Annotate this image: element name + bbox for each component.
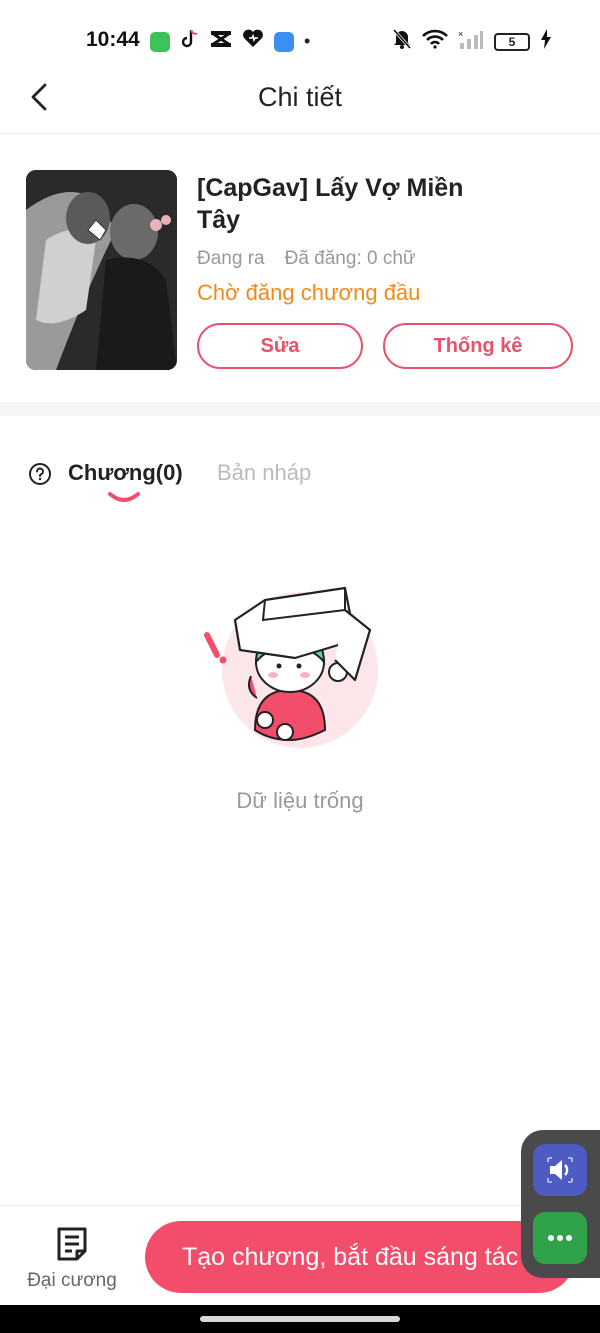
create-chapter-button[interactable]: Tạo chương, bắt đầu sáng tác xyxy=(145,1221,575,1293)
book-title: [CapGav] Lấy Vợ Miền Tây xyxy=(197,174,464,234)
empty-state-text: Dữ liệu trống xyxy=(236,788,364,813)
book-cover[interactable] xyxy=(26,170,177,370)
page-title: Chi tiết xyxy=(257,82,343,112)
charging-icon xyxy=(540,29,552,54)
outline-document-icon xyxy=(57,1227,87,1261)
app-notification-icon xyxy=(150,31,170,52)
notification-icons: • xyxy=(150,28,310,55)
cover-image xyxy=(26,170,177,370)
mute-bell-icon xyxy=(392,28,412,55)
book-card: [CapGav] Lấy Vợ Miền Tây Đang ra Đã đăng… xyxy=(0,134,600,402)
outline-label: Đại cương xyxy=(27,1270,117,1291)
active-tab-indicator xyxy=(108,492,140,502)
status-dot: • xyxy=(304,31,311,51)
signal-icon: × xyxy=(458,29,484,54)
home-indicator[interactable] xyxy=(200,1316,400,1322)
battery-icon: 5 xyxy=(494,32,530,51)
tab-drafts[interactable]: Bản nháp xyxy=(217,460,311,486)
capcut-icon xyxy=(210,29,232,54)
tab-chapters[interactable]: Chương(0) xyxy=(68,460,183,486)
volume-icon xyxy=(547,1157,573,1183)
status-time: 10:44 xyxy=(86,28,140,51)
more-button[interactable] xyxy=(533,1212,587,1264)
book-meta: Đang ra Đã đăng: 0 chữ xyxy=(197,248,416,270)
floating-tool-panel xyxy=(521,1130,600,1278)
system-nav-bar xyxy=(0,1305,600,1333)
publish-status: Chờ đăng chương đầu xyxy=(197,280,421,305)
more-dots-icon xyxy=(548,1235,572,1241)
header: Chi tiết xyxy=(0,60,600,134)
volume-button[interactable] xyxy=(533,1144,587,1196)
book-word-count: Đã đăng: 0 chữ xyxy=(284,248,416,269)
tab-bar: Chương(0) Bản nháp xyxy=(0,450,600,520)
stats-button[interactable]: Thống kê xyxy=(383,323,573,369)
section-divider xyxy=(0,402,600,416)
svg-text:×: × xyxy=(458,29,463,39)
create-chapter-label: Tạo chương, bắt đầu sáng tác xyxy=(182,1242,519,1271)
empty-box-illustration xyxy=(204,586,378,748)
book-state: Đang ra xyxy=(197,248,265,269)
tiktok-icon xyxy=(180,28,200,55)
system-icons: × 5 xyxy=(392,28,552,55)
outline-button[interactable]: Đại cương xyxy=(20,1224,124,1296)
heart-app-icon xyxy=(242,29,264,54)
edit-button[interactable]: Sửa xyxy=(197,323,363,369)
bottom-bar: Đại cương Tạo chương, bắt đầu sáng tác xyxy=(0,1205,600,1305)
weather-icon xyxy=(274,31,294,52)
wifi-icon xyxy=(422,29,448,54)
help-icon[interactable] xyxy=(28,462,52,486)
